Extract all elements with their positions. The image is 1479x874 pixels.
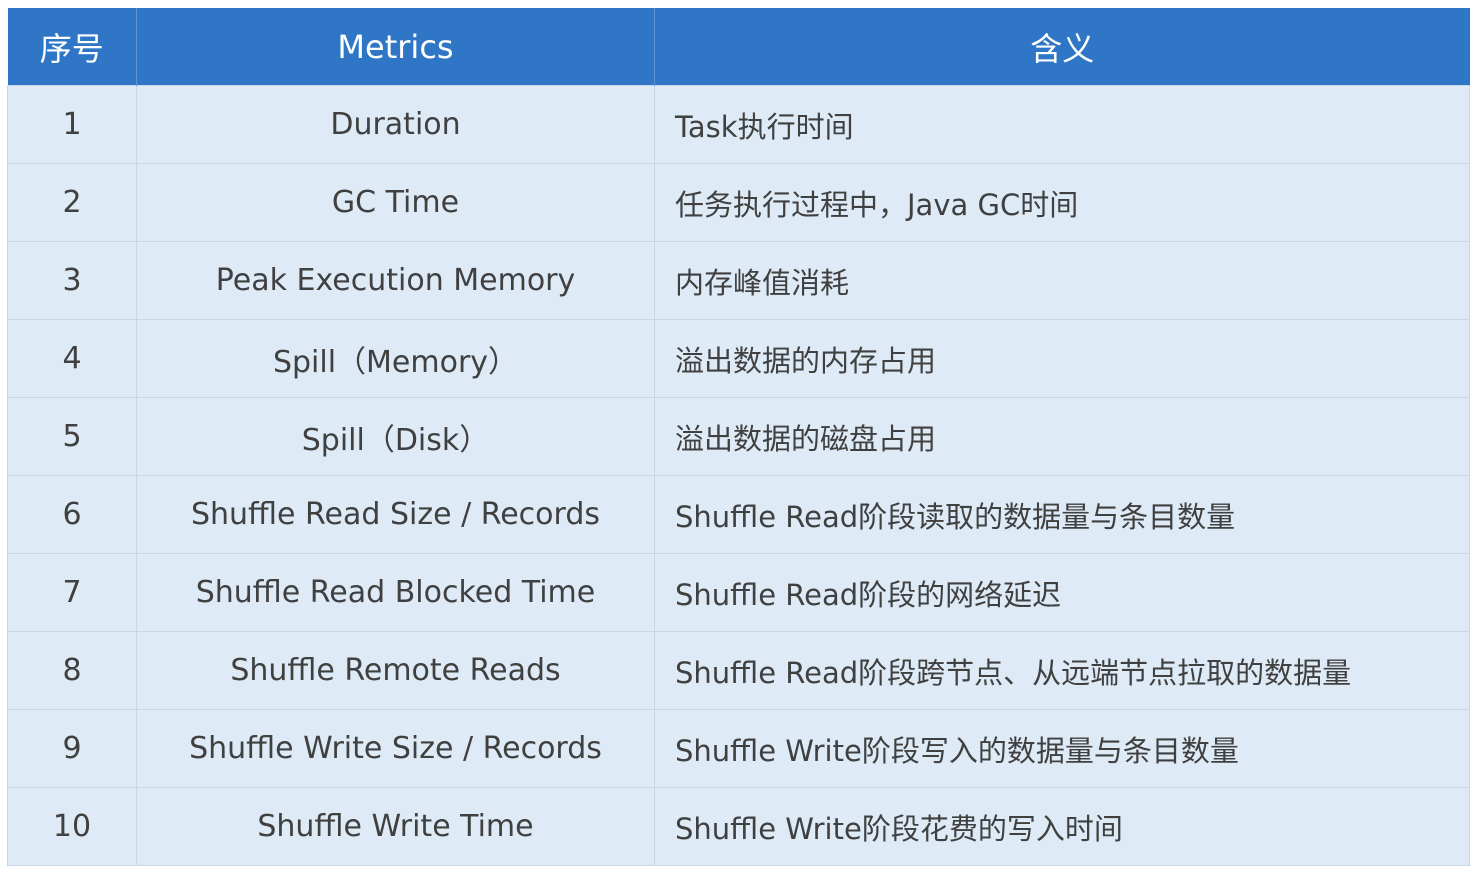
- row-meaning: Shuffle Read阶段的网络延迟: [654, 553, 1470, 632]
- row-index: 8: [7, 631, 137, 710]
- row-index: 1: [7, 85, 137, 164]
- row-metric: GC Time: [136, 163, 655, 242]
- row-metric: Shuffle Write Size / Records: [136, 709, 655, 788]
- row-meaning: 内存峰值消耗: [654, 241, 1470, 320]
- row-index: 2: [7, 163, 137, 242]
- row-meaning: Shuffle Write阶段写入的数据量与条目数量: [654, 709, 1470, 788]
- row-metric: Shuffle Read Blocked Time: [136, 553, 655, 632]
- row-index: 5: [7, 397, 137, 476]
- row-index: 3: [7, 241, 137, 320]
- table-row: 1 Duration Task执行时间: [7, 85, 1470, 164]
- header-metric: Metrics: [136, 8, 655, 86]
- row-meaning: Shuffle Read阶段读取的数据量与条目数量: [654, 475, 1470, 554]
- row-meaning: 任务执行过程中，Java GC时间: [654, 163, 1470, 242]
- row-index: 6: [7, 475, 137, 554]
- row-metric: Spill（Disk）: [136, 397, 655, 476]
- table-header: 序号 Metrics 含义: [7, 8, 1470, 86]
- row-metric: Shuffle Remote Reads: [136, 631, 655, 710]
- row-meaning: Shuffle Write阶段花费的写入时间: [654, 787, 1470, 866]
- table-row: 9 Shuffle Write Size / Records Shuffle W…: [7, 709, 1470, 788]
- row-index: 10: [7, 787, 137, 866]
- row-metric: Peak Execution Memory: [136, 241, 655, 320]
- header-index: 序号: [7, 8, 137, 86]
- row-metric: Spill（Memory）: [136, 319, 655, 398]
- table-row: 2 GC Time 任务执行过程中，Java GC时间: [7, 163, 1470, 242]
- table-row: 4 Spill（Memory） 溢出数据的内存占用: [7, 319, 1470, 398]
- header-meaning: 含义: [654, 8, 1470, 86]
- metrics-table: 序号 Metrics 含义 1 Duration Task执行时间 2 GC T…: [7, 8, 1470, 866]
- row-meaning: Shuffle Read阶段跨节点、从远端节点拉取的数据量: [654, 631, 1470, 710]
- row-meaning: 溢出数据的磁盘占用: [654, 397, 1470, 476]
- table-row: 6 Shuffle Read Size / Records Shuffle Re…: [7, 475, 1470, 554]
- table-row: 5 Spill（Disk） 溢出数据的磁盘占用: [7, 397, 1470, 476]
- row-index: 4: [7, 319, 137, 398]
- header-row: 序号 Metrics 含义: [7, 8, 1470, 86]
- row-meaning: 溢出数据的内存占用: [654, 319, 1470, 398]
- row-index: 7: [7, 553, 137, 632]
- row-metric: Duration: [136, 85, 655, 164]
- row-index: 9: [7, 709, 137, 788]
- row-metric: Shuffle Write Time: [136, 787, 655, 866]
- table-body: 1 Duration Task执行时间 2 GC Time 任务执行过程中，Ja…: [7, 85, 1470, 866]
- table-row: 8 Shuffle Remote Reads Shuffle Read阶段跨节点…: [7, 631, 1470, 710]
- row-meaning: Task执行时间: [654, 85, 1470, 164]
- table-row: 10 Shuffle Write Time Shuffle Write阶段花费的…: [7, 787, 1470, 866]
- table-row: 3 Peak Execution Memory 内存峰值消耗: [7, 241, 1470, 320]
- table-row: 7 Shuffle Read Blocked Time Shuffle Read…: [7, 553, 1470, 632]
- row-metric: Shuffle Read Size / Records: [136, 475, 655, 554]
